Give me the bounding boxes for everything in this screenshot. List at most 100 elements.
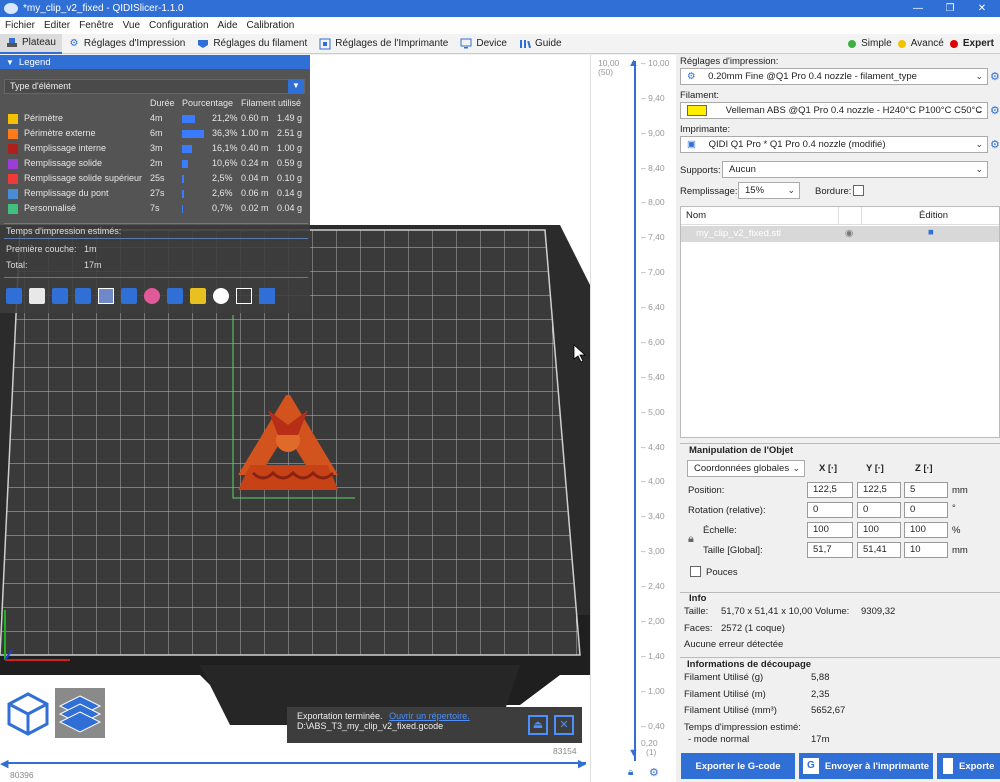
color-changes-icon[interactable] [144, 288, 160, 304]
view-options-toolbar [6, 288, 275, 304]
export-button[interactable]: Exporte [937, 753, 1000, 779]
retractions-icon[interactable] [52, 288, 68, 304]
size-x-input[interactable]: 51,7 [807, 542, 853, 558]
edit-filament-icon[interactable]: ⚙ [990, 105, 1000, 117]
rotation-x-input[interactable]: 0 [807, 502, 853, 518]
deretractions-icon[interactable] [75, 288, 91, 304]
edit-object-icon[interactable]: ■ [928, 227, 934, 238]
mode-simple[interactable]: Simple [848, 38, 892, 49]
legend-percent-bar [182, 145, 192, 153]
info-errors: Aucune erreur détectée [684, 639, 784, 650]
export-gcode-button[interactable]: Exporter le G-code [681, 753, 795, 779]
column-name: Nom [686, 210, 707, 221]
filament-combo[interactable]: Velleman ABS @Q1 Pro 0.4 nozzle - H240°C… [680, 102, 988, 119]
legend-color-swatch [8, 204, 18, 214]
scale-z-input[interactable]: 100 [904, 522, 948, 538]
brim-label: Bordure: [815, 186, 852, 197]
scale-lock-icon[interactable]: 🔒︎ [688, 533, 694, 546]
tab-filament-settings[interactable]: Réglages du filament [191, 34, 313, 54]
infill-combo[interactable]: 15% ⌄ [738, 182, 800, 199]
close-notification-icon[interactable]: ✕ [554, 715, 574, 735]
first-layer-label: Première couche: [6, 244, 77, 254]
slider-right-arrow-icon[interactable]: ▶ [578, 757, 586, 770]
brim-checkbox[interactable] [853, 185, 864, 196]
position-label: Position: [688, 485, 725, 496]
position-x-input[interactable]: 122,5 [807, 482, 853, 498]
position-y-input[interactable]: 122,5 [857, 482, 901, 498]
inches-checkbox[interactable] [690, 566, 701, 577]
pause-prints-icon[interactable] [167, 288, 183, 304]
open-folder-link[interactable]: Ouvrir un répertoire. [389, 711, 470, 721]
legend-item-grams: 0.14 g [277, 188, 303, 198]
scale-x-input[interactable]: 100 [807, 522, 853, 538]
3d-view-button[interactable] [5, 690, 51, 736]
position-z-input[interactable]: 5 [904, 482, 948, 498]
object-row[interactable]: my_clip_v2_fixed.stl ◉ ■ [681, 226, 999, 242]
gear-icon: ⚙ [687, 71, 696, 82]
settings-gear-icon[interactable]: ⚙ [649, 766, 659, 779]
mode-advanced[interactable]: Avancé [897, 38, 944, 49]
lock-icon[interactable]: 🔒︎ [628, 767, 633, 778]
normal-mode-value: 17m [811, 734, 830, 745]
layer-height-tick: – 10,00 [641, 58, 670, 68]
custom-gcodes-icon[interactable] [190, 288, 206, 304]
printer-combo[interactable]: ▣ QIDI Q1 Pro * Q1 Pro 0.4 nozzle (modif… [680, 136, 988, 153]
element-type-select[interactable]: Type d'élément ▼ [4, 79, 305, 94]
slider-right-value: 83154 [553, 746, 577, 756]
tool-changes-icon[interactable] [121, 288, 137, 304]
supports-combo[interactable]: Aucun ⌄ [722, 161, 988, 178]
legend-header[interactable]: ▼ Legend [0, 55, 310, 69]
slider-up-arrow-icon[interactable]: ▲ [628, 57, 639, 69]
normal-mode-label: - mode normal [688, 734, 750, 745]
eject-icon[interactable]: ⏏ [528, 715, 548, 735]
center-of-gravity-icon[interactable] [213, 288, 229, 304]
position-unit: mm [952, 485, 968, 496]
layer-height-tick: – 6,40 [641, 302, 665, 313]
rotation-y-input[interactable]: 0 [857, 502, 901, 518]
size-y-input[interactable]: 51,41 [857, 542, 901, 558]
infill-value: 15% [745, 185, 765, 196]
coordinates-combo[interactable]: Coordonnées globales ⌄ [687, 460, 805, 477]
header-filament: Filament utilisé [241, 98, 302, 108]
tab-label: Réglages d'Impression [83, 38, 186, 49]
send-to-printer-button[interactable]: G Envoyer à l'imprimante [799, 753, 933, 779]
menu-configuration[interactable]: Configuration [144, 20, 212, 31]
tab-print-settings[interactable]: ⚙ Réglages d'Impression [62, 34, 191, 54]
menu-editer[interactable]: Editer [39, 20, 74, 31]
export-notification: Exportation terminée. Ouvrir un répertoi… [287, 707, 582, 743]
scale-y-input[interactable]: 100 [857, 522, 901, 538]
shells-icon[interactable] [236, 288, 252, 304]
preview-button[interactable] [55, 688, 105, 738]
tab-plateau[interactable]: Plateau [0, 33, 62, 54]
edit-print-settings-icon[interactable]: ⚙ [990, 71, 1000, 83]
horizontal-slider-track[interactable] [8, 762, 586, 764]
tab-printer-settings[interactable]: Réglages de l'Imprimante [313, 34, 454, 54]
size-unit: mm [952, 545, 968, 556]
menu-aide[interactable]: Aide [213, 20, 242, 31]
slider-left-arrow-icon[interactable]: ◀ [0, 757, 8, 770]
tool-marker-icon[interactable] [259, 288, 275, 304]
slider-down-arrow-icon[interactable]: ▼ [628, 747, 639, 759]
layer-height-tick: – 9,00 [641, 127, 665, 138]
vertical-slider-track[interactable] [634, 61, 636, 761]
wipe-icon[interactable] [29, 288, 45, 304]
menu-calibration[interactable]: Calibration [242, 20, 299, 31]
print-settings-combo[interactable]: ⚙ 0.20mm Fine @Q1 Pro 0.4 nozzle - filam… [680, 68, 988, 85]
seams-icon[interactable] [98, 288, 114, 304]
restore-icon[interactable]: ❐ [934, 0, 966, 17]
tab-device[interactable]: Device [454, 34, 513, 54]
layer-height-tick: – 9,40 [641, 92, 665, 103]
rotation-z-input[interactable]: 0 [904, 502, 948, 518]
close-icon[interactable]: ✕ [966, 0, 998, 17]
menu-fichier[interactable]: Fichier [0, 20, 39, 31]
tab-guide[interactable]: Guide [513, 34, 568, 54]
edit-printer-icon[interactable]: ⚙ [990, 139, 1000, 151]
eye-icon[interactable]: ◉ [845, 228, 853, 239]
travel-icon[interactable] [6, 288, 22, 304]
menu-fenetre[interactable]: Fenêtre [74, 20, 117, 31]
minimize-icon[interactable]: — [902, 0, 934, 17]
legend-item-grams: 1.00 g [277, 143, 303, 153]
mode-expert[interactable]: Expert [949, 38, 994, 49]
menu-vue[interactable]: Vue [118, 20, 144, 31]
size-z-input[interactable]: 10 [904, 542, 948, 558]
